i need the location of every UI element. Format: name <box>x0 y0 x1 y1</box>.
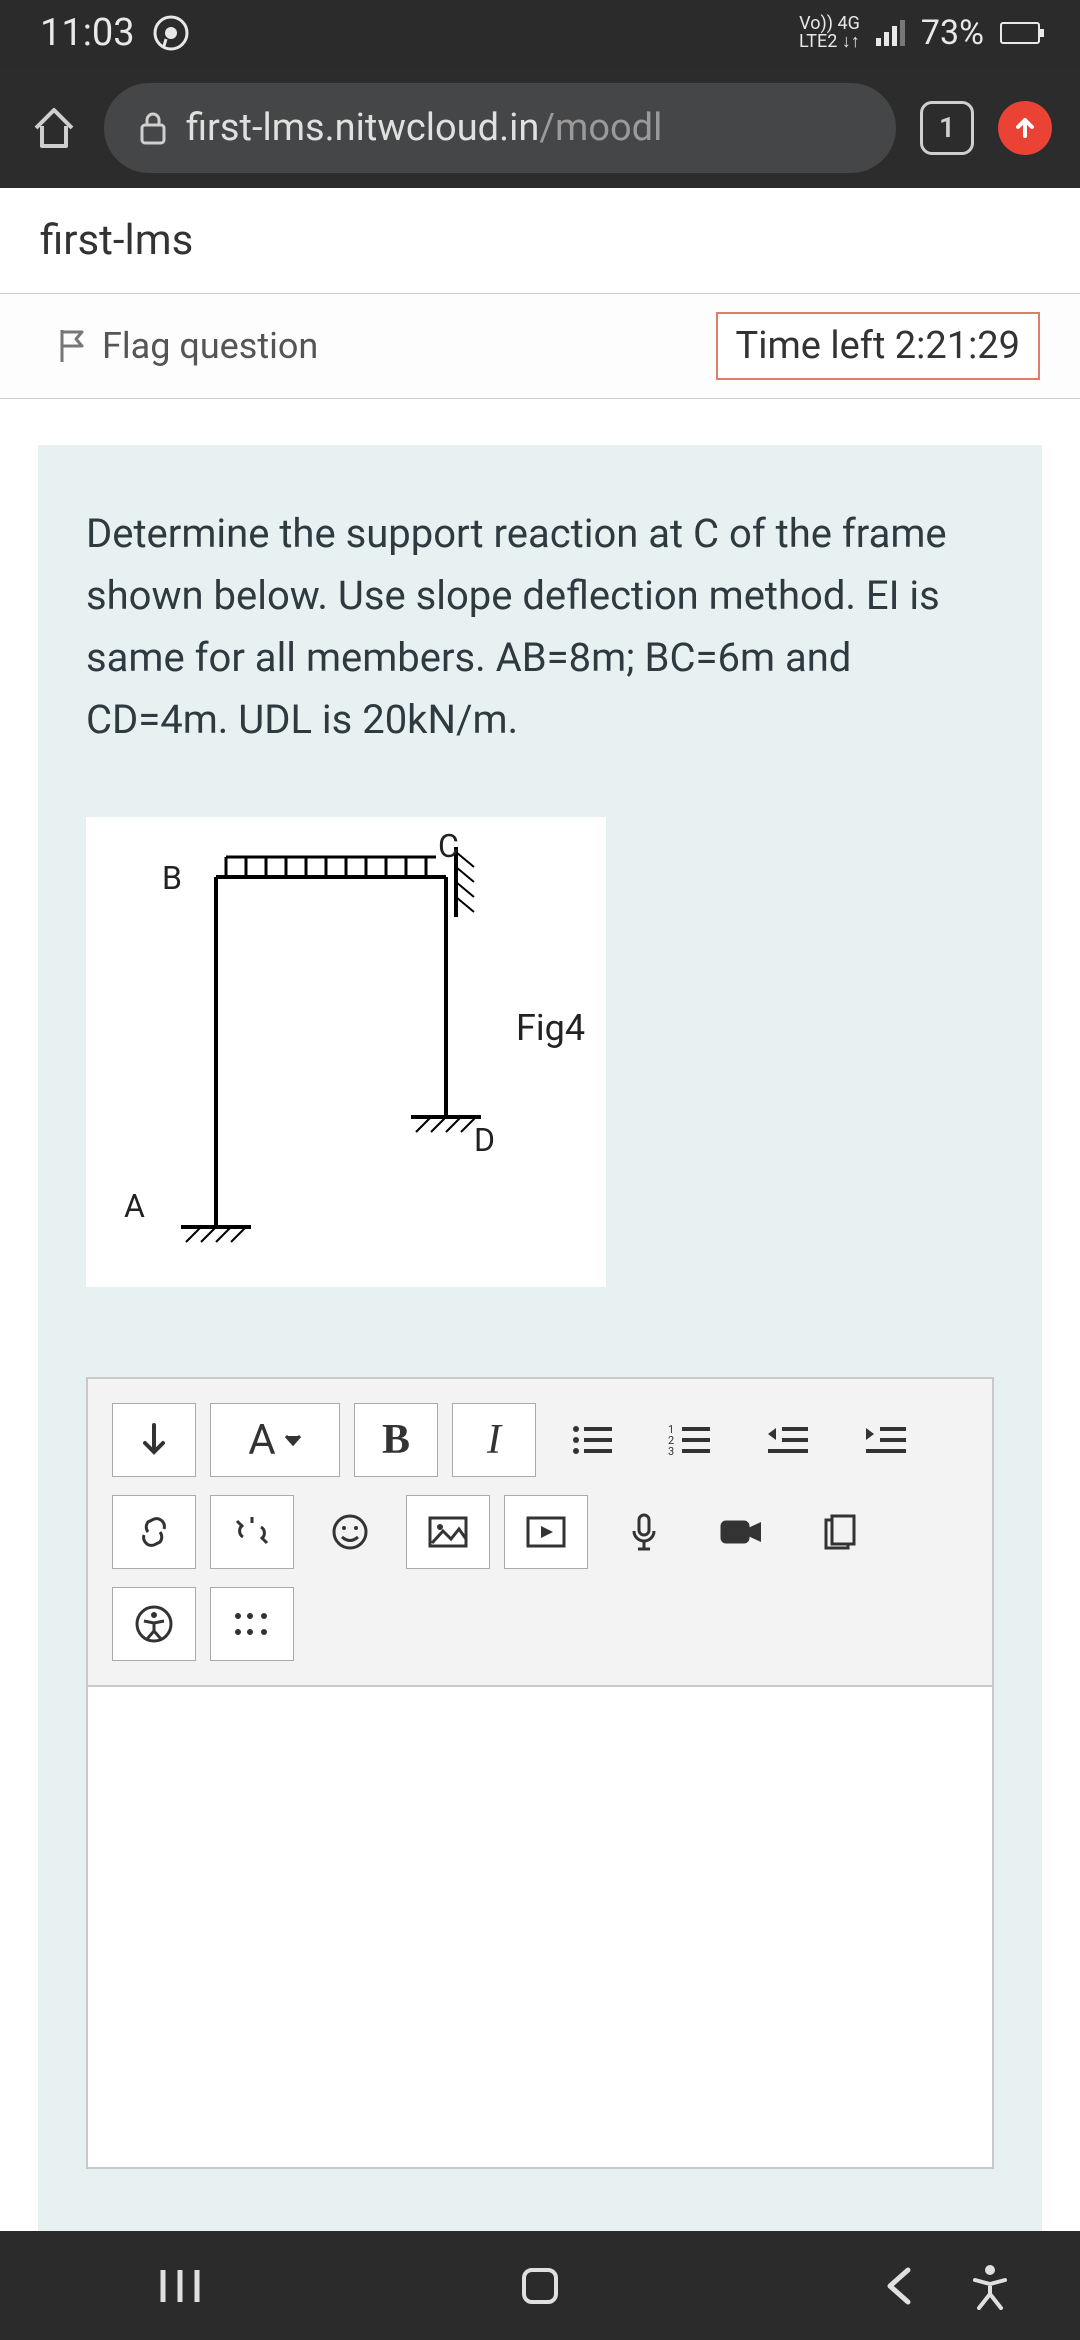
media-button[interactable] <box>504 1495 588 1569</box>
indent-button[interactable] <box>844 1403 928 1477</box>
battery-icon <box>1000 22 1040 44</box>
link-button[interactable] <box>112 1495 196 1569</box>
address-bar[interactable]: first-lms.nitwcloud.in/moodl <box>104 83 896 173</box>
svg-text:3: 3 <box>668 1445 674 1458</box>
site-name: first-lms <box>0 188 1080 294</box>
browser-toolbar: first-lms.nitwcloud.in/moodl 1 <box>0 67 1080 188</box>
accessibility-shortcut-button[interactable] <box>930 2262 1050 2310</box>
home-icon[interactable] <box>28 102 80 154</box>
unlink-button[interactable] <box>210 1495 294 1569</box>
android-nav-bar <box>0 2231 1080 2340</box>
bullet-list-button[interactable] <box>550 1403 634 1477</box>
figure-image: B C A D Fig4 <box>86 817 606 1287</box>
editor-content-area[interactable] <box>88 1687 992 2167</box>
figure-label-B: B <box>162 859 182 897</box>
android-status-bar: 11:03 Vo)) 4GLTE2 ↓↑ 73% <box>0 0 1080 67</box>
flag-question-button[interactable]: Flag question <box>58 325 318 367</box>
signal-icon <box>876 20 905 46</box>
tabs-button[interactable]: 1 <box>920 101 974 155</box>
italic-button[interactable]: I <box>452 1403 536 1477</box>
battery-text: 73% <box>921 13 984 53</box>
question-panel: Determine the support reaction at C of t… <box>38 445 1042 2231</box>
flag-question-label: Flag question <box>102 325 318 367</box>
recents-button[interactable] <box>120 2264 240 2308</box>
figure-label-D: D <box>474 1121 495 1159</box>
clock-text: 11:03 <box>40 11 135 55</box>
update-button[interactable] <box>998 101 1052 155</box>
bold-button[interactable]: B <box>354 1403 438 1477</box>
accessibility-button[interactable] <box>112 1587 196 1661</box>
figure-caption: Fig4 <box>516 1007 585 1049</box>
whatsapp-icon <box>151 13 191 53</box>
record-audio-button[interactable] <box>602 1495 686 1569</box>
lock-icon <box>138 111 168 145</box>
emoji-button[interactable] <box>308 1495 392 1569</box>
question-meta-bar: Flag question Time left 2:21:29 <box>0 294 1080 399</box>
home-button[interactable] <box>480 2262 600 2310</box>
more-icons-button[interactable] <box>210 1587 294 1661</box>
outdent-button[interactable] <box>746 1403 830 1477</box>
question-text: Determine the support reaction at C of t… <box>86 503 994 751</box>
answer-editor: A B I 123 <box>86 1377 994 2169</box>
manage-files-button[interactable] <box>798 1495 882 1569</box>
image-button[interactable] <box>406 1495 490 1569</box>
figure-label-A: A <box>124 1187 145 1225</box>
record-video-button[interactable] <box>700 1495 784 1569</box>
time-left-box: Time left 2:21:29 <box>716 312 1040 380</box>
editor-toolbar: A B I 123 <box>88 1379 992 1687</box>
font-menu-button[interactable]: A <box>210 1403 340 1477</box>
numbered-list-button[interactable]: 123 <box>648 1403 732 1477</box>
url-text: first-lms.nitwcloud.in/moodl <box>186 106 662 150</box>
network-label: Vo)) 4GLTE2 ↓↑ <box>799 15 860 51</box>
figure-label-C: C <box>438 827 459 865</box>
toggle-toolbar-button[interactable] <box>112 1403 196 1477</box>
